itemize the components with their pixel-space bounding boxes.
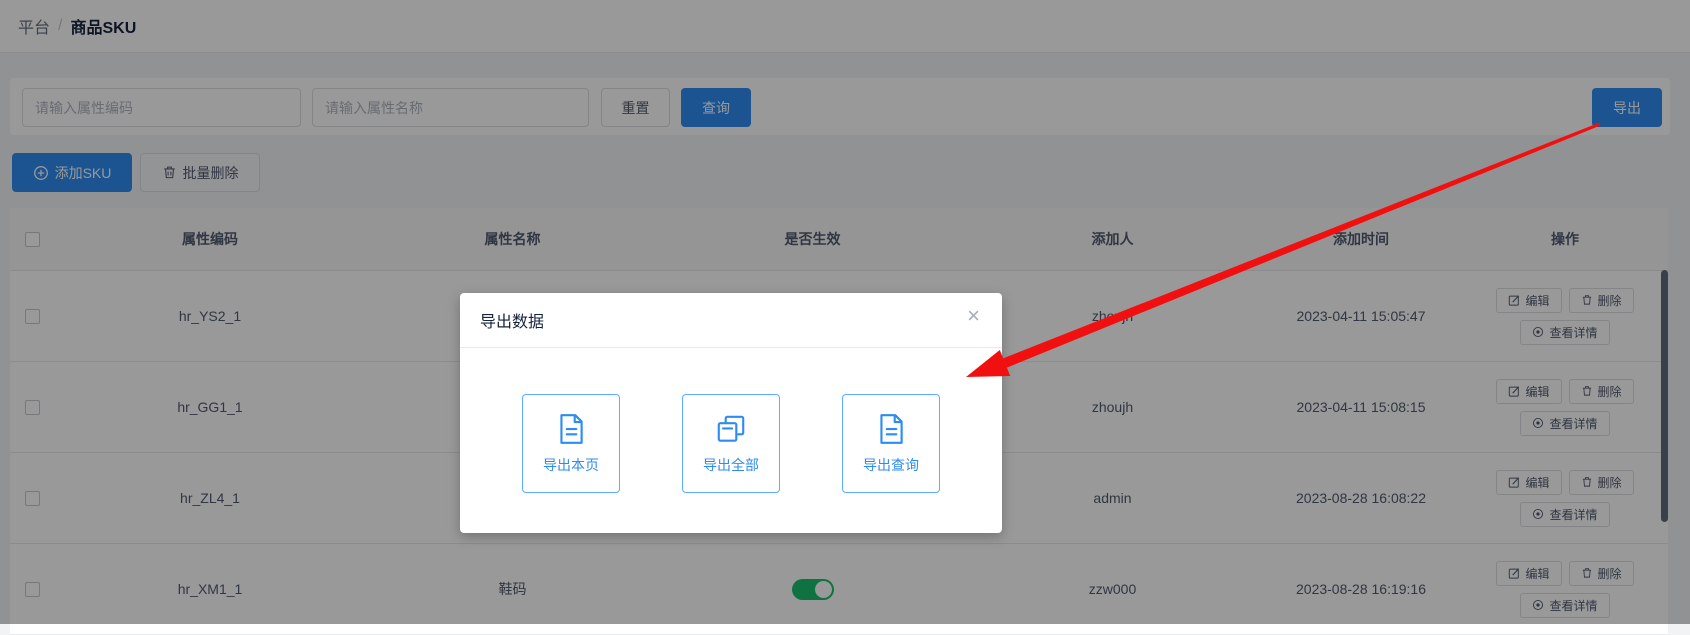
export-all-option[interactable]: 导出全部 (682, 394, 780, 493)
export-data-modal: 导出数据 × 导出本页 导出全部 导出查询 (460, 293, 1002, 533)
close-icon[interactable]: × (967, 305, 980, 327)
file-copy-icon (717, 415, 745, 442)
export-query-label: 导出查询 (863, 457, 919, 473)
modal-title: 导出数据 (480, 314, 545, 331)
modal-body: 导出本页 导出全部 导出查询 (460, 348, 1002, 493)
file-document-icon (560, 414, 583, 444)
export-current-page-label: 导出本页 (543, 457, 599, 473)
modal-header: 导出数据 (460, 293, 1002, 348)
export-all-label: 导出全部 (703, 457, 759, 473)
sku-management-page: 平台 / 商品SKU 重置 查询 导出 添加SKU 批量删除 属性编码 属性名称… (0, 0, 1690, 635)
file-document-icon (880, 414, 903, 444)
export-query-option[interactable]: 导出查询 (842, 394, 940, 493)
export-current-page-option[interactable]: 导出本页 (522, 394, 620, 493)
